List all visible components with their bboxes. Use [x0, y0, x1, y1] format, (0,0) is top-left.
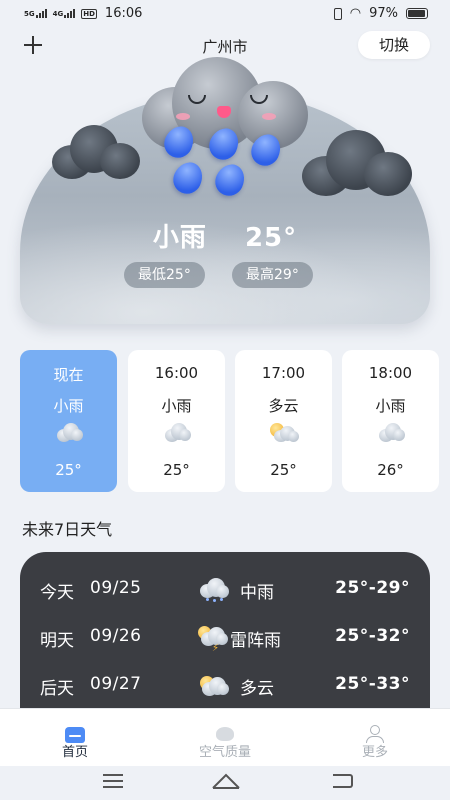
hourly-time: 18:00: [368, 364, 413, 382]
recent-apps-icon[interactable]: [103, 774, 123, 788]
forecast-range: 25°-33°: [335, 674, 410, 694]
hourly-forecast[interactable]: 现在 小雨 25° 16:00 小雨 25° 17:00 多云 25° 18:0…: [20, 350, 450, 492]
signal-5g-icon: 5G: [24, 9, 47, 18]
forecast-day: 后天: [40, 679, 74, 699]
bottom-nav: 首页 空气质量 更多: [0, 708, 450, 767]
forecast-row[interactable]: 今天 09/25 中雨 25°-29°: [20, 570, 430, 610]
hourly-card[interactable]: 16:00 小雨 25°: [128, 350, 225, 492]
hourly-condition: 小雨: [161, 397, 192, 415]
forecast-day: 明天: [40, 631, 74, 651]
hourly-condition: 小雨: [375, 397, 406, 415]
forecast-condition: 中雨: [240, 583, 274, 603]
cloud-rain-icon: [163, 423, 191, 443]
signal-5g-label: 5G: [24, 10, 35, 18]
cloud-rain-icon: [55, 423, 83, 443]
hourly-condition: 多云: [268, 397, 299, 415]
switch-city-button[interactable]: 切换: [358, 31, 430, 59]
status-left: 5G 4G HD 16:06: [24, 6, 142, 21]
nav-more-label: 更多: [361, 745, 388, 760]
battery-icon: [406, 8, 428, 19]
hourly-temp: 25°: [163, 461, 190, 479]
forecast-day: 今天: [40, 583, 74, 603]
dark-cloud-right-icon: [302, 130, 412, 196]
home-system-icon[interactable]: [211, 772, 241, 790]
forecast-row[interactable]: 明天 09/26 ⚡ 雷阵雨 25°-32°: [20, 618, 430, 658]
current-temp: 25°: [244, 223, 298, 253]
forecast-date: 09/26: [90, 626, 142, 646]
hourly-card[interactable]: 18:00 小雨 26°: [342, 350, 439, 492]
forecast-condition: 多云: [240, 679, 274, 699]
nav-air-quality-tab[interactable]: 空气质量: [165, 715, 285, 760]
forecast-date: 09/25: [90, 578, 142, 598]
status-bar: 5G 4G HD 16:06 ◠ 97%: [0, 0, 450, 28]
high-temp-chip: 最高29°: [232, 262, 313, 288]
current-condition: 小雨: [152, 223, 207, 253]
status-right: ◠ 97%: [333, 6, 428, 21]
vibrate-icon: [333, 7, 342, 20]
forecast-row[interactable]: 后天 09/27 多云 25°-33°: [20, 666, 430, 706]
status-time: 16:06: [104, 6, 143, 21]
hourly-temp: 25°: [270, 461, 297, 479]
hourly-time: 17:00: [261, 364, 306, 382]
forecast-section-title: 未来7日天气: [22, 520, 113, 539]
hourly-time: 16:00: [154, 364, 199, 382]
thunderstorm-icon: ⚡: [198, 626, 230, 654]
battery-percent: 97%: [369, 6, 398, 21]
hourly-card[interactable]: 现在 小雨 25°: [20, 350, 117, 492]
seven-day-forecast-panel: 今天 09/25 中雨 25°-29° 明天 09/26 ⚡ 雷阵雨 25°-3…: [20, 552, 430, 727]
partly-cloudy-icon: [198, 674, 230, 698]
back-icon[interactable]: [333, 774, 353, 788]
forecast-range: 25°-32°: [335, 626, 410, 646]
nav-home-label: 首页: [61, 745, 88, 760]
rain-cloud-icon: [198, 578, 230, 602]
cloud-rain-icon: [377, 423, 405, 443]
wifi-icon: ◠: [349, 6, 362, 21]
home-icon: [65, 727, 85, 743]
signal-4g-label: 4G: [52, 10, 64, 18]
hourly-condition: 小雨: [53, 397, 84, 415]
nav-more-tab[interactable]: 更多: [315, 715, 435, 760]
hourly-card[interactable]: 17:00 多云 25°: [235, 350, 332, 492]
forecast-condition: 雷阵雨: [230, 631, 281, 651]
dark-cloud-left-icon: [52, 125, 140, 179]
current-condition-line: 小雨 25°: [20, 217, 430, 254]
nav-home-tab[interactable]: 首页: [15, 715, 135, 760]
hourly-temp: 26°: [377, 461, 404, 479]
air-quality-icon: [216, 727, 234, 741]
forecast-range: 25°-29°: [335, 578, 410, 598]
profile-icon: [366, 725, 384, 743]
hourly-time: 现在: [53, 366, 84, 384]
hd-icon: HD: [81, 8, 97, 19]
system-nav-bar: [0, 766, 450, 800]
signal-4g-icon: 4G: [53, 9, 76, 18]
forecast-date: 09/27: [90, 674, 142, 694]
hourly-temp: 25°: [55, 461, 82, 479]
nav-air-label: 空气质量: [198, 745, 251, 760]
partly-cloudy-icon: [269, 423, 299, 443]
low-temp-chip: 最低25°: [124, 262, 205, 288]
